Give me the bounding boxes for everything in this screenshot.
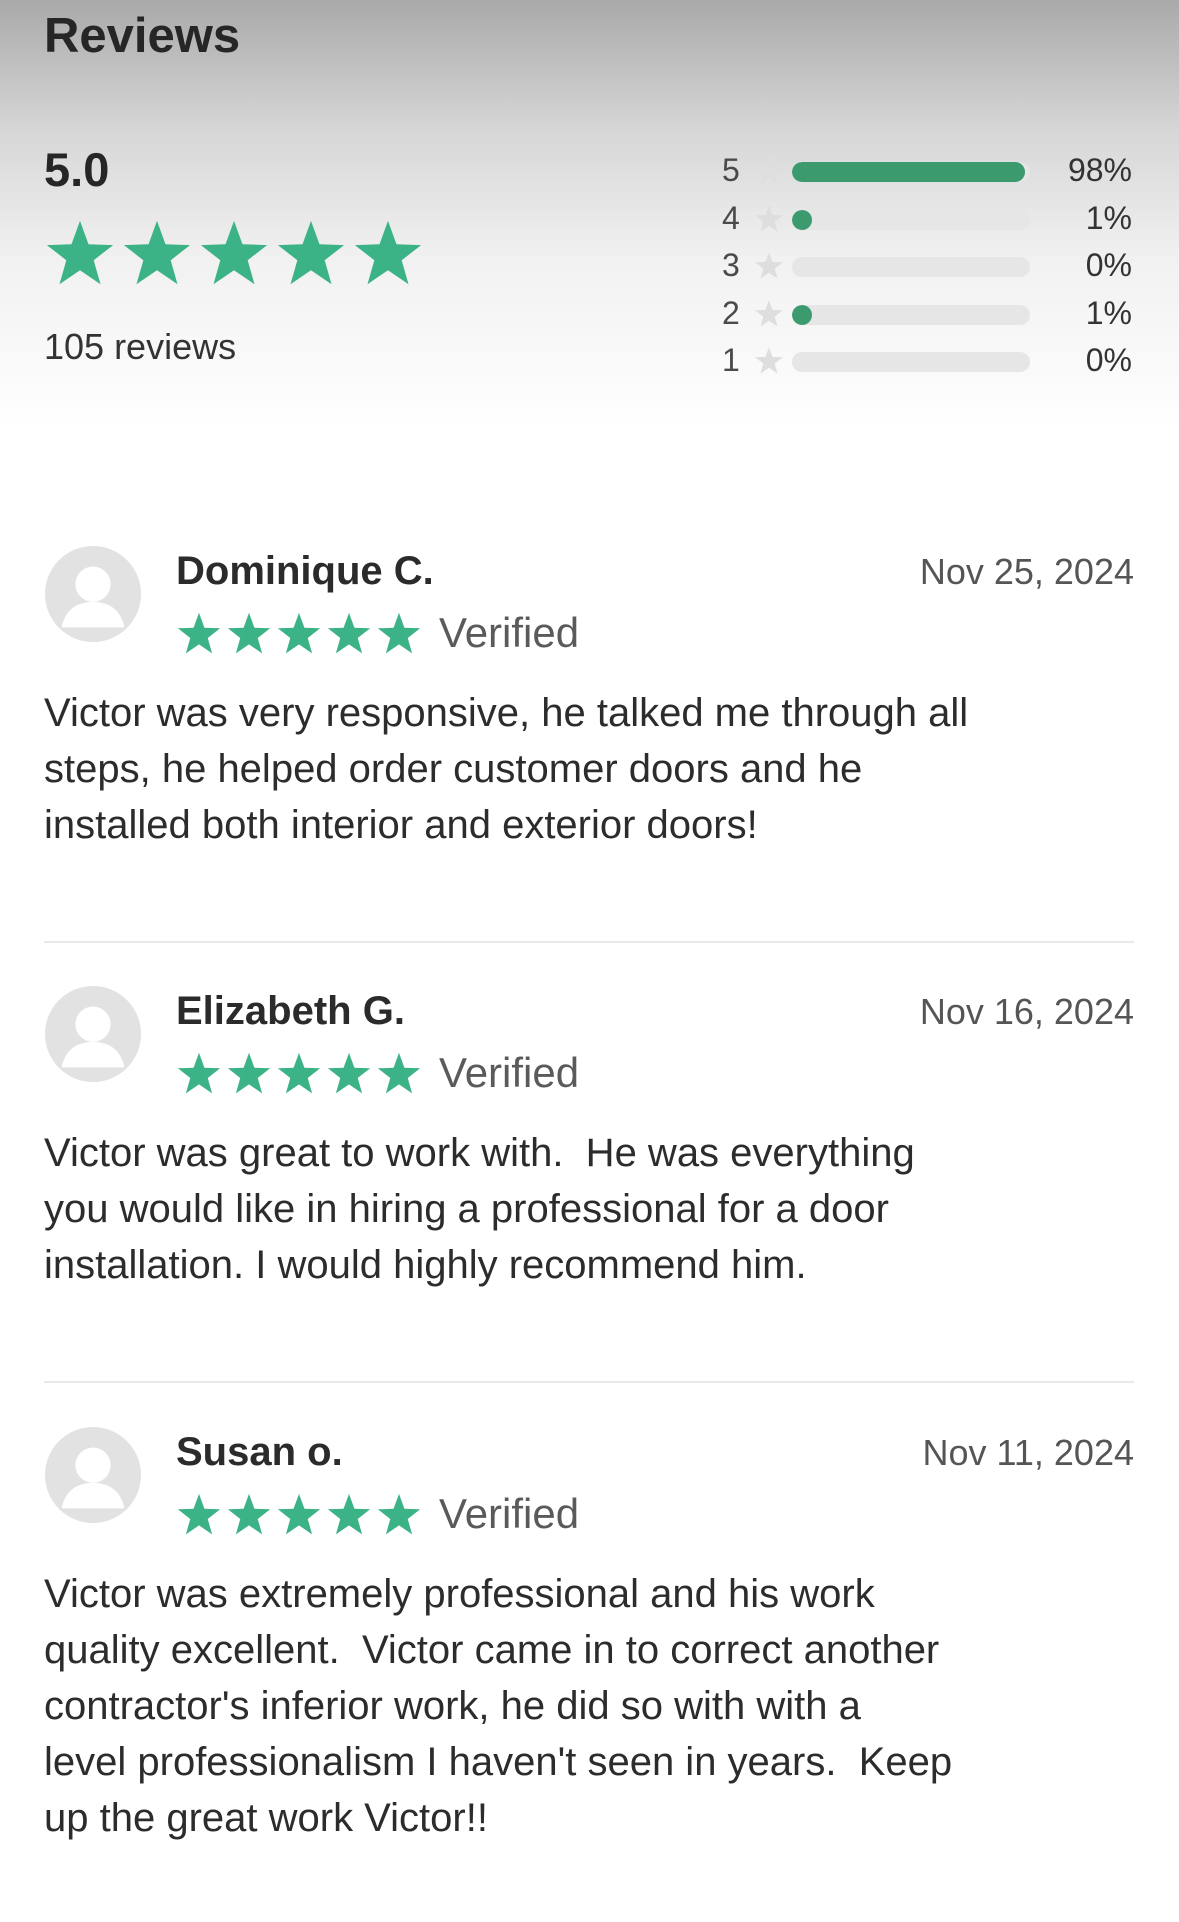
distribution-bar-track (792, 304, 1030, 325)
review-text: Victor was extremely professional and hi… (44, 1572, 953, 1840)
distribution-star-value: 2 (722, 294, 740, 331)
divider (44, 941, 1134, 943)
star-icon (227, 1493, 271, 1535)
star-icon (277, 1052, 321, 1094)
distribution-row: 4 1% (712, 198, 1142, 246)
average-stars (44, 218, 424, 290)
distribution-bar-fill (792, 209, 812, 230)
distribution-star-value: 3 (722, 247, 740, 283)
distribution-row: 2 1% (712, 293, 1142, 341)
rating-distribution: 5 98% 4 1% 3 0% 2 1% 1 0% (712, 150, 1142, 388)
distribution-star-value: 1 (722, 342, 740, 378)
star-icon (46, 220, 114, 285)
verified-badge: Verified (439, 1049, 580, 1096)
star-icon (354, 220, 422, 285)
reviewer-name: Susan o. (176, 1430, 343, 1474)
section-title: Reviews (44, 9, 241, 63)
distribution-percent: 98% (1067, 152, 1132, 188)
avatar-icon (44, 545, 142, 643)
star-icon (277, 612, 321, 654)
avatar-icon (44, 985, 142, 1083)
distribution-percent: 1% (1085, 199, 1132, 236)
star-icon (327, 1052, 371, 1094)
star-icon (227, 612, 271, 654)
distribution-percent: 0% (1085, 342, 1132, 378)
review-date: Nov 11, 2024 (922, 1432, 1134, 1473)
divider (44, 1381, 1134, 1383)
review-stars (176, 1051, 422, 1097)
review-stars (176, 1492, 422, 1538)
reviewer-name: Elizabeth G. (176, 989, 405, 1033)
distribution-star-value: 4 (722, 199, 740, 236)
review-count: 105 reviews (44, 326, 237, 367)
distribution-bar-track (792, 352, 1030, 372)
distribution-bar-track (792, 257, 1030, 277)
star-icon (177, 612, 221, 654)
star-icon (177, 1493, 221, 1535)
star-icon (200, 220, 268, 285)
distribution-row: 5 98% (712, 150, 1142, 198)
review-text: Victor was very responsive, he talked me… (44, 691, 969, 847)
star-icon (327, 612, 371, 654)
review-date: Nov 16, 2024 (919, 991, 1134, 1032)
reviewer-name: Dominique C. (176, 549, 434, 593)
distribution-percent: 0% (1085, 247, 1132, 283)
distribution-row: 3 0% (712, 245, 1142, 293)
star-icon (123, 220, 191, 285)
distribution-bar-fill (792, 162, 1026, 182)
star-icon (755, 299, 783, 327)
distribution-bar-track (792, 209, 1030, 230)
star-icon (227, 1052, 271, 1094)
star-icon (377, 1052, 421, 1094)
star-icon (177, 1052, 221, 1094)
review-date: Nov 25, 2024 (919, 551, 1134, 592)
verified-badge: Verified (439, 609, 580, 656)
star-icon (277, 220, 345, 285)
rating-summary: Reviews 5.0 105 reviews 5 98% 4 1% 3 0% 2 1% 1 0% (0, 0, 1179, 430)
distribution-row: 1 0% (712, 340, 1142, 388)
star-icon (377, 612, 421, 654)
distribution-bar-track (792, 162, 1030, 182)
verified-badge: Verified (439, 1490, 580, 1537)
star-icon (327, 1493, 371, 1535)
distribution-star-value: 5 (722, 152, 740, 188)
review-text: Victor was great to work with. He was ev… (44, 1131, 915, 1287)
star-icon (755, 347, 783, 374)
star-icon (755, 157, 783, 184)
distribution-percent: 1% (1085, 294, 1132, 331)
star-icon (377, 1493, 421, 1535)
distribution-bar-fill (792, 304, 812, 325)
star-icon (755, 204, 783, 232)
avatar-icon (44, 1426, 142, 1524)
star-icon (277, 1493, 321, 1535)
review-stars (176, 611, 422, 657)
star-icon (755, 252, 783, 279)
average-rating: 5.0 (44, 143, 110, 196)
